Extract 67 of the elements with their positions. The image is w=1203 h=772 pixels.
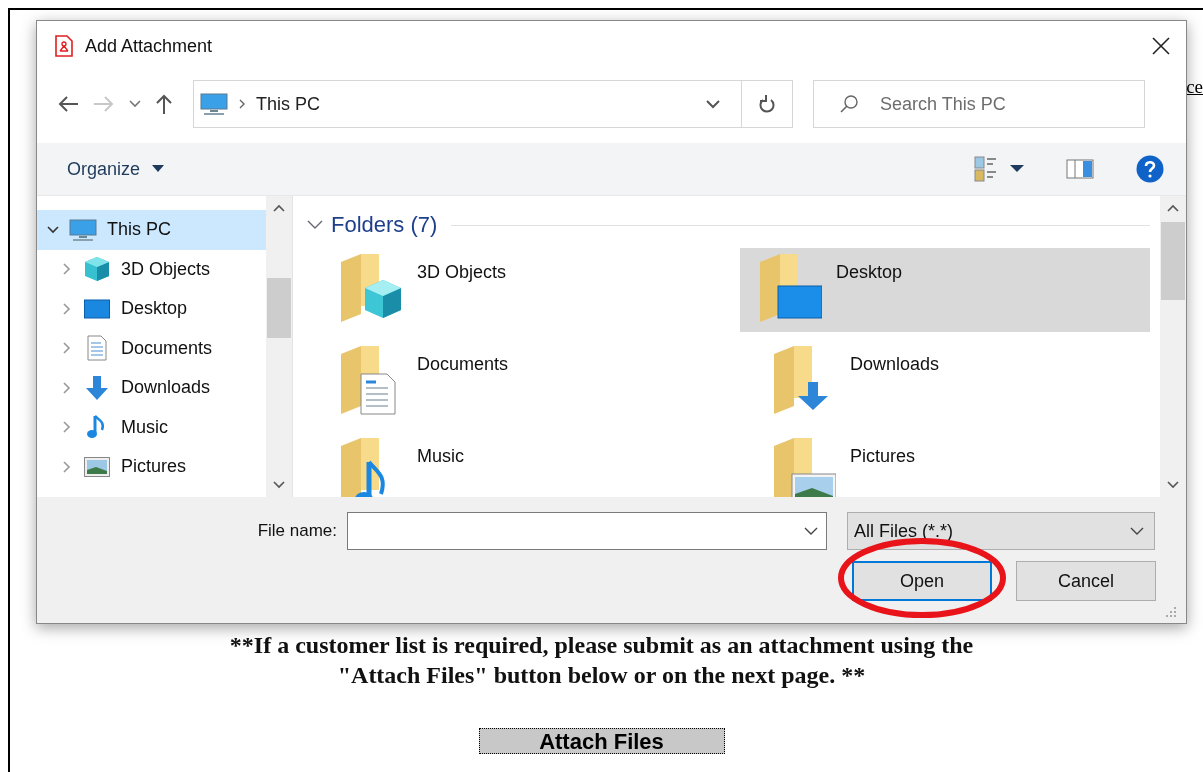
chevron-right-icon[interactable] <box>61 460 73 473</box>
attach-files-button[interactable]: Attach Files <box>478 728 725 754</box>
folder-item[interactable]: Downloads <box>740 340 1150 424</box>
computer-icon <box>69 217 97 242</box>
document-link[interactable]: ce <box>1186 76 1203 98</box>
help-icon[interactable] <box>1136 155 1164 183</box>
preview-pane-icon[interactable] <box>1066 159 1094 179</box>
cube-icon <box>84 256 110 283</box>
dialog-title: Add Attachment <box>85 35 214 57</box>
dialog-button[interactable]: Open <box>852 561 992 601</box>
tree-item[interactable]: Desktop <box>37 289 266 329</box>
chevron-down-icon[interactable] <box>47 223 59 236</box>
down-arrow-icon <box>84 374 110 401</box>
notice-text: **If a customer list is required, please submit as an attachment using the "Attach Files" button below or on the next page. ** <box>229 631 974 690</box>
scrollbar[interactable] <box>266 196 292 497</box>
close-icon[interactable] <box>1152 37 1170 55</box>
folder-item[interactable]: 3D Objects <box>307 248 737 332</box>
address-bar[interactable]: This PC <box>193 80 793 128</box>
chevron-right-icon[interactable] <box>61 342 73 355</box>
music-note-icon <box>87 414 107 441</box>
file-name-field[interactable] <box>347 512 827 550</box>
caret-icon <box>152 165 165 173</box>
chevron-right-icon[interactable] <box>61 263 73 276</box>
organize-menu[interactable]: Organize <box>67 158 141 180</box>
tree-item[interactable]: Music <box>37 407 266 447</box>
group-header[interactable]: Folders (7) <box>331 212 438 238</box>
view-options-icon[interactable] <box>974 156 998 182</box>
desktop-icon <box>84 298 110 319</box>
scrollbar-thumb[interactable] <box>267 278 291 338</box>
back-arrow-icon[interactable] <box>57 95 79 113</box>
scrollbar[interactable] <box>1160 196 1186 497</box>
tree-item[interactable]: Pictures <box>37 447 266 487</box>
refresh-icon <box>758 94 776 114</box>
folder-item[interactable]: Documents <box>307 340 737 424</box>
tree-item[interactable]: Documents <box>37 328 266 368</box>
resize-grip-icon[interactable] <box>1166 607 1176 617</box>
address-path: This PC <box>256 93 321 115</box>
chevron-right-icon <box>238 98 246 110</box>
chevron-down-icon[interactable] <box>705 99 721 109</box>
chevron-down-icon[interactable] <box>307 220 323 230</box>
chevron-down-icon <box>1130 527 1144 535</box>
search-icon <box>839 94 859 114</box>
scroll-down-icon[interactable] <box>1167 481 1179 489</box>
chevron-down-icon[interactable] <box>129 100 141 108</box>
computer-icon <box>200 92 228 116</box>
document-icon <box>86 335 108 362</box>
caret-icon[interactable] <box>1010 165 1024 173</box>
folder-item[interactable]: Desktop <box>740 248 1150 332</box>
scroll-up-icon[interactable] <box>1167 204 1179 212</box>
scroll-up-icon[interactable] <box>273 204 285 212</box>
scrollbar-thumb[interactable] <box>1161 222 1185 300</box>
up-arrow-icon[interactable] <box>155 93 173 115</box>
chevron-down-icon[interactable] <box>804 527 818 535</box>
tree-item[interactable]: 3D Objects <box>37 249 266 289</box>
dialog-button[interactable]: Cancel <box>1016 561 1156 601</box>
folder-item[interactable]: Music <box>307 432 737 497</box>
tree-item[interactable]: This PC <box>37 210 266 250</box>
scroll-down-icon[interactable] <box>273 481 285 489</box>
picture-icon <box>84 456 110 477</box>
file-name-label: File name: <box>256 521 338 541</box>
tree-item[interactable]: Downloads <box>37 368 266 408</box>
search-field[interactable]: Search This PC <box>813 80 1145 128</box>
chevron-right-icon[interactable] <box>61 381 73 394</box>
chevron-right-icon[interactable] <box>61 421 73 434</box>
chevron-right-icon[interactable] <box>61 302 73 315</box>
folder-icon <box>758 252 822 324</box>
folder-icon <box>339 252 403 324</box>
